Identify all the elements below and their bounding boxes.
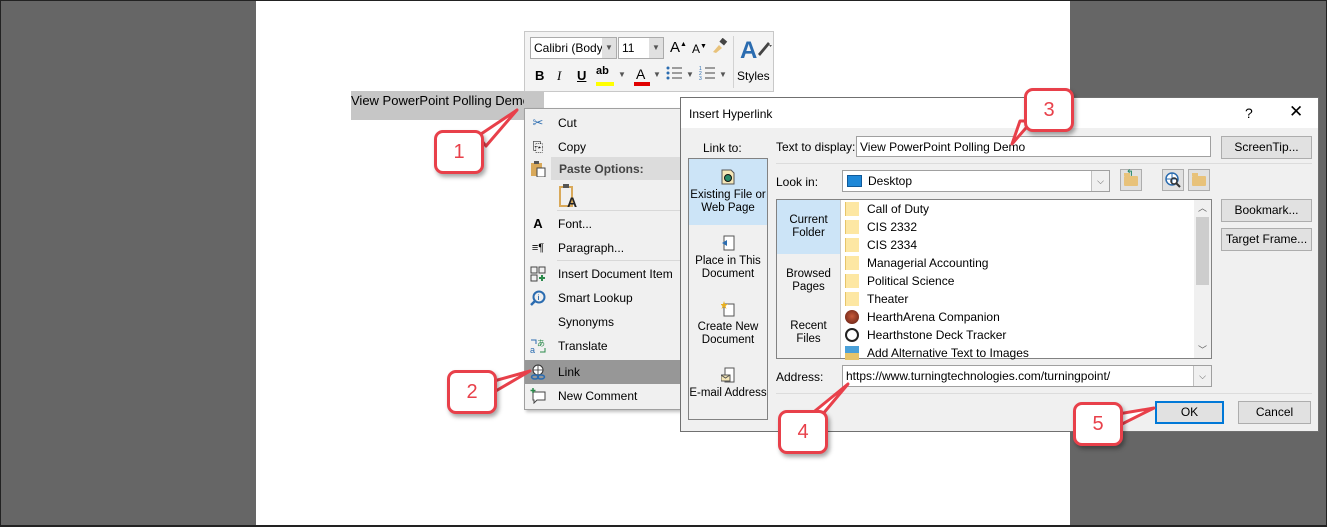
callout-5: 5 [1073, 402, 1123, 446]
callout-4: 4 [778, 410, 828, 454]
callout-2-pointer [492, 369, 532, 394]
callout-2: 2 [447, 370, 497, 414]
callout-5-pointer [1116, 406, 1156, 428]
callout-pointers [476, 108, 1156, 428]
callout-3: 3 [1024, 88, 1074, 132]
callout-1: 1 [434, 130, 484, 174]
